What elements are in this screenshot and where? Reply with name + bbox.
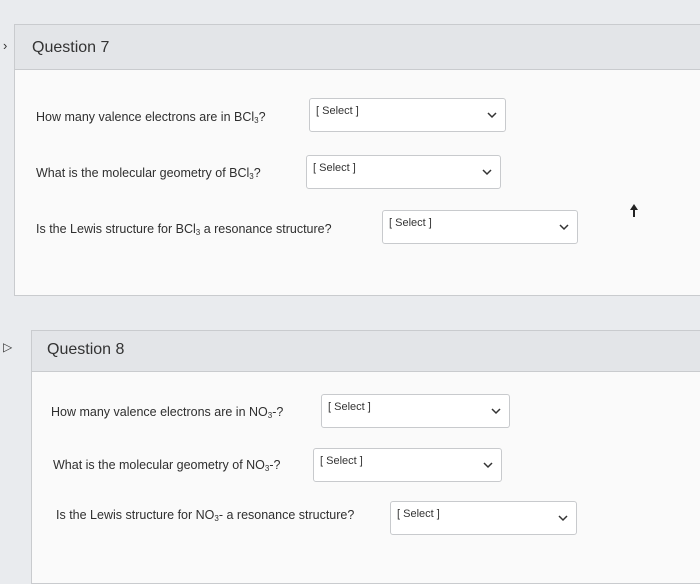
q8-prompt-1: How many valence electrons are in NO3-? bbox=[51, 405, 284, 420]
q8-prompt-2: What is the molecular geometry of NO3-? bbox=[53, 458, 281, 473]
q7-prompt-2: What is the molecular geometry of BCl3? bbox=[36, 166, 261, 181]
question-8-title: Question 8 bbox=[47, 341, 125, 358]
flag-icon[interactable]: ▷ bbox=[3, 340, 12, 354]
q7-select-1[interactable]: [ Select ] bbox=[309, 98, 506, 132]
q7-select-3[interactable]: [ Select ] bbox=[382, 210, 578, 244]
select-placeholder: [ Select ] bbox=[389, 217, 432, 229]
question-7-header: Question 7 bbox=[15, 25, 700, 70]
question-8-header: Question 8 bbox=[32, 331, 700, 372]
q8-select-3[interactable]: [ Select ] bbox=[390, 501, 577, 535]
expand-arrow-icon[interactable]: › bbox=[3, 38, 7, 53]
q8-select-1[interactable]: [ Select ] bbox=[321, 394, 510, 428]
chevron-down-icon bbox=[559, 224, 569, 231]
mouse-cursor-icon bbox=[630, 204, 638, 217]
chevron-down-icon bbox=[482, 169, 492, 176]
q7-prompt-3: Is the Lewis structure for BCl3 a resona… bbox=[36, 222, 332, 237]
q7-select-2[interactable]: [ Select ] bbox=[306, 155, 501, 189]
select-placeholder: [ Select ] bbox=[316, 105, 359, 117]
question-7-title: Question 7 bbox=[32, 39, 110, 56]
select-placeholder: [ Select ] bbox=[397, 508, 440, 520]
chevron-down-icon bbox=[487, 112, 497, 119]
select-placeholder: [ Select ] bbox=[320, 455, 363, 467]
select-placeholder: [ Select ] bbox=[328, 401, 371, 413]
q7-prompt-1: How many valence electrons are in BCl3? bbox=[36, 110, 266, 125]
chevron-down-icon bbox=[558, 515, 568, 522]
question-8-panel: Question 8 How many valence electrons ar… bbox=[31, 330, 700, 584]
select-placeholder: [ Select ] bbox=[313, 162, 356, 174]
chevron-down-icon bbox=[491, 408, 501, 415]
chevron-down-icon bbox=[483, 462, 493, 469]
q8-select-2[interactable]: [ Select ] bbox=[313, 448, 502, 482]
question-7-panel: Question 7 How many valence electrons ar… bbox=[14, 24, 700, 296]
q8-prompt-3: Is the Lewis structure for NO3- a resona… bbox=[56, 508, 355, 523]
